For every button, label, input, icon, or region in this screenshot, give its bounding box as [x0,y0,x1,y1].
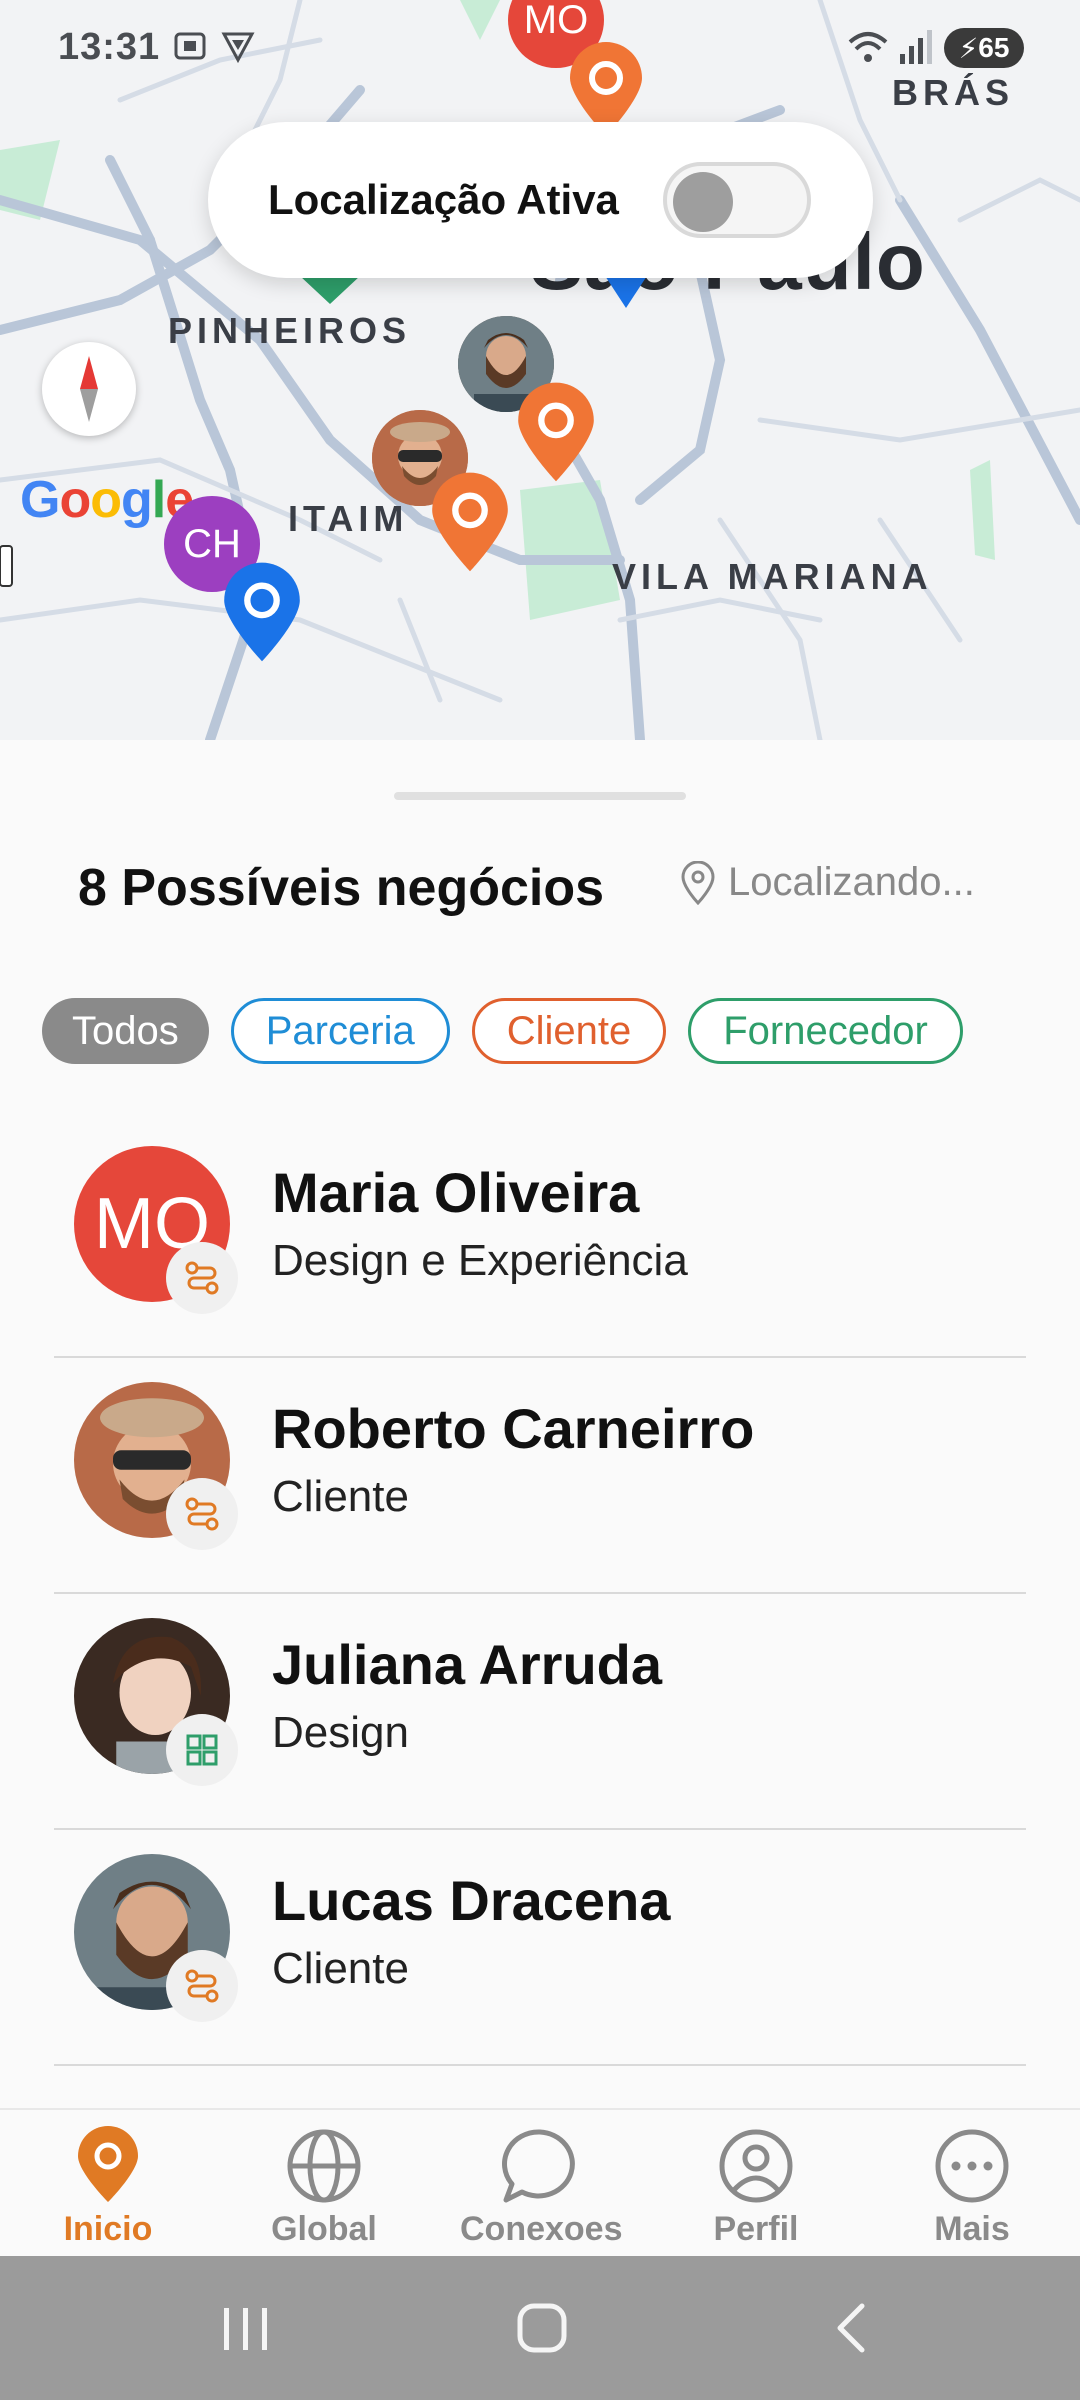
map-pin-orange[interactable] [514,380,598,486]
status-time: 13:31 [58,26,161,68]
nav-label: Inicio [63,2210,153,2248]
toggle-knob [673,172,733,232]
location-status-text: Localizando... [728,860,975,904]
globe-icon [287,2129,361,2203]
contact-subtitle: Cliente [272,1472,409,1521]
battery-indicator: ⚡ 65 [944,28,1024,68]
filter-chip-parceria[interactable]: Parceria [230,998,450,1064]
filter-chip-todos[interactable]: Todos [42,998,209,1064]
results-sheet: 8 Possíveis negócios Localizando... Todo… [0,740,1080,2110]
map-pin-green-partial[interactable] [300,276,360,306]
more-icon [935,2129,1009,2203]
location-toggle-switch[interactable] [663,162,811,238]
list-item[interactable]: Juliana Arruda Design [54,1594,1026,1830]
map-pin-blue[interactable] [220,560,304,666]
filter-chip-cliente[interactable]: Cliente [471,998,667,1064]
district-vila-mariana: VILA MARIANA [612,556,933,597]
list-item[interactable]: Lucas Dracena Cliente [54,1830,1026,2066]
list-item[interactable]: MO Maria Oliveira Design e Experiência [54,1122,1026,1358]
contact-subtitle: Cliente [272,1944,409,1993]
wifi-icon [848,32,888,62]
route-icon [166,1950,238,2022]
district-pinheiros: PINHEIROS [168,310,412,351]
home-icon[interactable] [514,2300,570,2356]
contact-name: Roberto Carneirro [272,1397,755,1460]
nav-inicio[interactable]: Inicio [28,2126,188,2249]
status-bar: 13:31 ⚡ 65 [0,0,1080,100]
compass-icon [80,356,98,422]
vpn-icon [221,32,255,64]
nav-label: Global [271,2210,377,2248]
nav-label: Perfil [713,2210,799,2248]
map-pin-orange[interactable] [428,470,512,576]
list-item[interactable]: Roberto Carneirro Cliente [54,1358,1026,1594]
contact-name: Juliana Arruda [272,1633,663,1696]
location-status: Localizando... [680,860,975,905]
nav-mais[interactable]: Mais [892,2126,1052,2249]
chat-bubble-icon [502,2129,575,2203]
nav-label: Mais [934,2210,1010,2248]
recent-apps-icon[interactable] [216,2304,276,2354]
screenshot-icon [174,32,206,60]
location-toggle-card: Localização Ativa [208,122,873,278]
location-toggle-label: Localização Ativa [268,176,619,223]
nav-conexoes[interactable]: Conexoes [460,2126,623,2249]
google-logo: Google [20,471,194,529]
nav-label: Conexoes [460,2210,623,2248]
contact-list: MO Maria Oliveira Design e Experiência R… [54,1122,1026,2066]
route-icon [166,1242,238,1314]
location-pin-icon [78,2126,138,2202]
battery-bolt-icon: ⚡ [958,32,979,64]
signal-icon [900,30,932,64]
filter-chips: Todos Parceria Cliente Fornecedor [42,998,963,1064]
profile-icon [719,2129,793,2203]
nav-global[interactable]: Global [244,2126,404,2249]
nav-perfil[interactable]: Perfil [676,2126,836,2249]
grid-icon [166,1714,238,1786]
bottom-nav: Inicio Global Conexoes Perfil Mais [0,2108,1080,2256]
compass-button[interactable] [42,342,136,436]
results-title: 8 Possíveis negócios [78,859,605,917]
filter-chip-fornecedor[interactable]: Fornecedor [688,998,963,1064]
map-view[interactable]: 13:31 ⚡ 65 BRÁS PINHEIROS ITAIM VILA MARI… [0,0,1080,740]
back-icon[interactable] [828,2300,872,2356]
sheet-handle[interactable] [394,792,686,800]
contact-name: Lucas Dracena [272,1869,671,1932]
battery-level: 65 [978,32,1010,63]
contact-subtitle: Design e Experiência [272,1236,688,1285]
location-pin-icon [681,860,715,905]
route-icon [166,1478,238,1550]
contact-subtitle: Design [272,1708,409,1757]
district-itaim: ITAIM [288,498,409,539]
contact-name: Maria Oliveira [272,1161,640,1224]
system-navigation-bar [0,2256,1080,2400]
